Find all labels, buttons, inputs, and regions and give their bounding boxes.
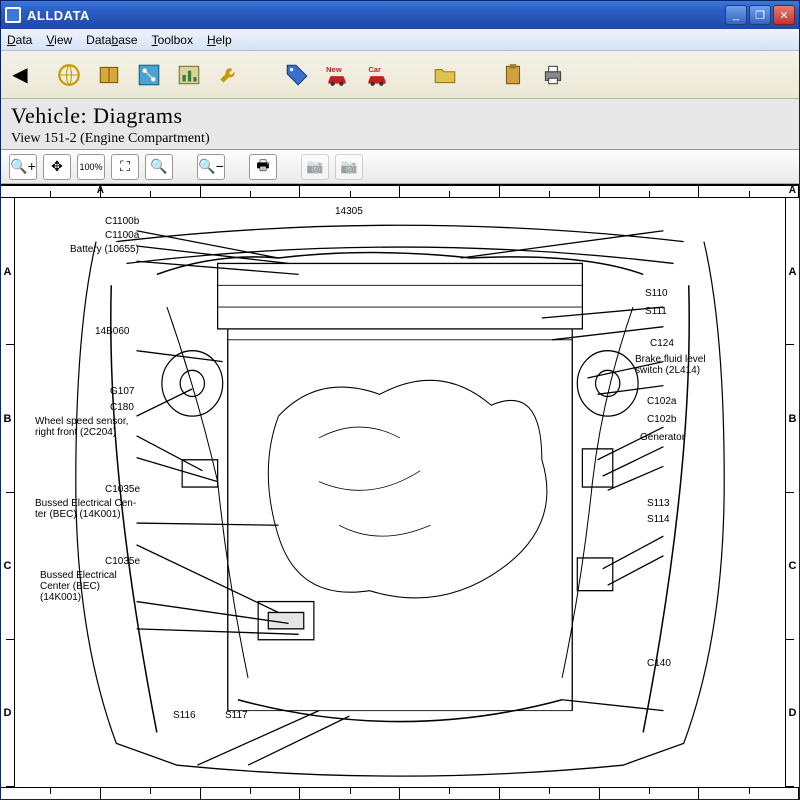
ruler-row-b: B xyxy=(1,345,14,492)
header-strip: Vehicle: Diagrams View 151-2 (Engine Com… xyxy=(1,99,799,150)
callout-c140: C140 xyxy=(647,658,671,669)
callout-bec1: Bussed Electrical Cen- ter (BEC) (14K001… xyxy=(35,498,136,520)
callout-wheelspeed: Wheel speed sensor, right front (2C204) xyxy=(35,416,128,438)
tool-chart-icon[interactable] xyxy=(171,57,207,93)
menu-toolbox[interactable]: Toolbox xyxy=(152,33,193,47)
menu-database[interactable]: Database xyxy=(86,33,137,47)
callout-g107: G107 xyxy=(110,386,134,397)
viewer-print-button[interactable]: 🖶 xyxy=(249,154,277,180)
ruler-left: A B C D xyxy=(1,198,15,787)
maximize-button[interactable]: ❐ xyxy=(749,5,771,25)
callout-c1035e: C1035e xyxy=(105,484,140,495)
ruler-row-c-r: C xyxy=(786,493,799,640)
callout-14b060: 14B060 xyxy=(95,326,129,337)
close-button[interactable]: ✕ xyxy=(773,5,795,25)
zoom-100-button[interactable]: 100% xyxy=(77,154,105,180)
zoom-fit-button[interactable]: ⛶ xyxy=(111,154,139,180)
viewer-toolbar: 🔍+ ✥ 100% ⛶ 🔍 🔍− 🖶 📷 📷 xyxy=(1,150,799,184)
ruler-col-a-left: A xyxy=(97,185,104,196)
tool-tag-icon[interactable] xyxy=(279,57,315,93)
ruler-row-d-r: D xyxy=(786,640,799,787)
back-button[interactable]: ◀ xyxy=(7,62,33,88)
callout-c102b: C102b xyxy=(647,414,676,425)
app-icon xyxy=(5,7,21,23)
ruler-row-a-r: A xyxy=(786,198,799,345)
svg-text:Car: Car xyxy=(368,64,381,73)
tool-book-icon[interactable] xyxy=(91,57,127,93)
callout-brakefluid: Brake fluid level switch (2L414) xyxy=(635,354,706,376)
callout-generator: Generator xyxy=(640,432,685,443)
zoom-out-button[interactable]: 🔍− xyxy=(197,154,225,180)
tool-circuit-icon[interactable] xyxy=(131,57,167,93)
ruler-row-b-r: B xyxy=(786,345,799,492)
callout-c102a: C102a xyxy=(647,396,676,407)
camera-1-icon[interactable]: 📷 xyxy=(301,154,329,180)
page-subtitle: View 151-2 (Engine Compartment) xyxy=(11,131,789,147)
tool-print-icon[interactable] xyxy=(535,57,571,93)
ruler-row-c: C xyxy=(1,493,14,640)
menubar: Data View Database Toolbox Help xyxy=(1,29,799,51)
pan-button[interactable]: ✥ xyxy=(43,154,71,180)
ruler-top: AA xyxy=(1,186,799,198)
tool-globe-icon[interactable] xyxy=(51,57,87,93)
ruler-right: A B C D xyxy=(785,198,799,787)
callout-s111: S111 xyxy=(645,306,667,317)
callout-bec2: Bussed Electrical Center (BEC) (14K001) xyxy=(40,570,117,603)
main-toolbar: ◀ New Car xyxy=(1,51,799,99)
callout-s114: S114 xyxy=(647,514,670,525)
diagram-area: AA A B C D A B C D xyxy=(1,184,799,799)
callout-c180: C180 xyxy=(110,402,134,413)
titlebar: ALLDATA _ ❐ ✕ xyxy=(1,1,799,29)
callout-s113: S113 xyxy=(647,498,670,509)
zoom-selection-button[interactable]: 🔍 xyxy=(145,154,173,180)
ruler-row-d: D xyxy=(1,640,14,787)
callout-battery: Battery (10655) xyxy=(70,244,139,255)
engine-diagram: C1100b C1100a Battery (10655) 14B060 G10… xyxy=(15,198,785,787)
svg-text:New: New xyxy=(326,64,342,73)
menu-help[interactable]: Help xyxy=(207,33,232,47)
minimize-button[interactable]: _ xyxy=(725,5,747,25)
tool-wrench-icon[interactable] xyxy=(211,57,247,93)
tool-car-icon[interactable]: Car xyxy=(359,57,395,93)
callout-14305: 14305 xyxy=(335,206,363,217)
callout-s110: S110 xyxy=(645,288,668,299)
window-title: ALLDATA xyxy=(27,8,725,23)
callout-c1100b: C1100b xyxy=(105,216,139,227)
camera-2-icon[interactable]: 📷 xyxy=(335,154,363,180)
tool-folder-icon[interactable] xyxy=(427,57,463,93)
page-title: Vehicle: Diagrams xyxy=(11,103,789,129)
menu-data[interactable]: Data xyxy=(7,33,32,47)
tool-clipboard-icon[interactable] xyxy=(495,57,531,93)
ruler-col-a-right: A xyxy=(789,185,796,196)
callout-c1100a: C1100a xyxy=(105,230,139,241)
callout-c1035e2: C1035e xyxy=(105,556,140,567)
menu-view[interactable]: View xyxy=(46,33,72,47)
tool-newcar-icon[interactable]: New xyxy=(319,57,355,93)
callout-c124: C124 xyxy=(650,338,674,349)
ruler-row-a: A xyxy=(1,198,14,345)
zoom-in-button[interactable]: 🔍+ xyxy=(9,154,37,180)
callout-s116: S116 xyxy=(173,710,196,721)
callout-s117: S117 xyxy=(225,710,248,721)
ruler-bottom xyxy=(1,787,799,799)
